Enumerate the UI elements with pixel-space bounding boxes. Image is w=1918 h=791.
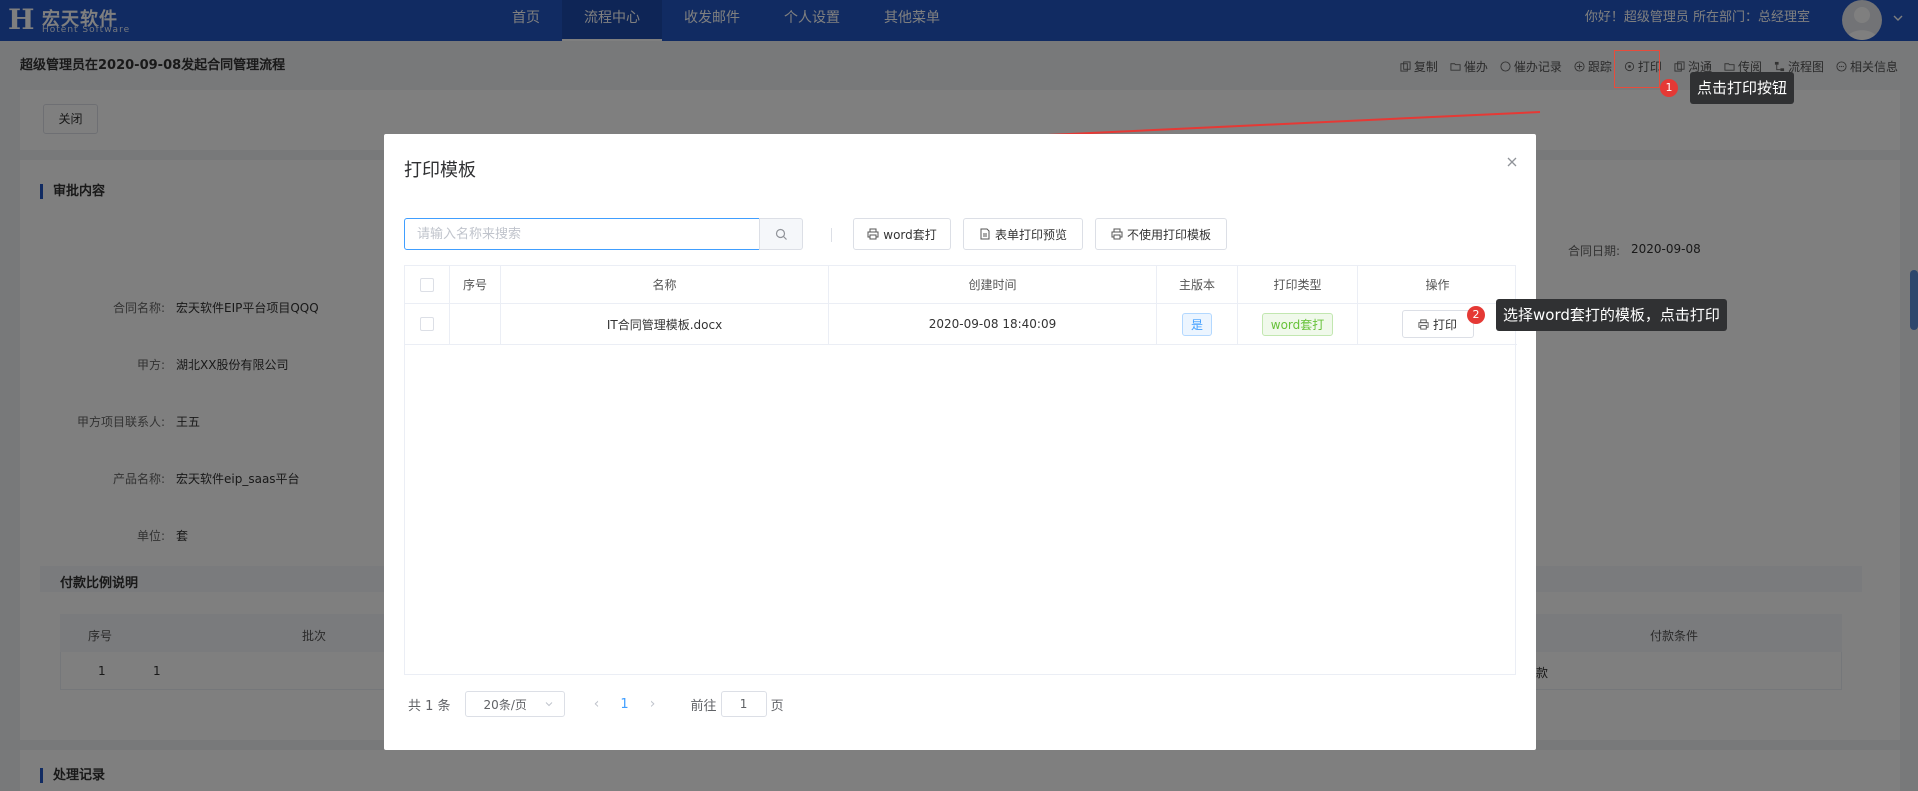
- goto-page-input[interactable]: [720, 691, 767, 717]
- search-input[interactable]: [404, 218, 760, 250]
- col-header-action: 操作: [1358, 266, 1517, 304]
- row-print-label: 打印: [1432, 317, 1457, 332]
- annotation-tip: 点击打印按钮: [1690, 72, 1795, 104]
- table-row-select: [405, 304, 450, 345]
- cell-main-version: 是: [1157, 304, 1238, 345]
- goto-label: 前往: [690, 698, 717, 714]
- printer-icon: [1111, 228, 1123, 240]
- word-print-label: word套打: [883, 227, 937, 242]
- printer-icon: [867, 228, 879, 240]
- document-icon: [980, 228, 990, 240]
- row-print-button[interactable]: 打印: [1401, 310, 1474, 338]
- word-print-button[interactable]: word套打: [853, 218, 951, 250]
- dialog-title: 打印模板: [404, 160, 476, 181]
- col-header-seq: 序号: [450, 266, 501, 304]
- no-template-button[interactable]: 不使用打印模板: [1095, 218, 1227, 250]
- page-size-value: 20条/页: [483, 697, 527, 712]
- col-header-name: 名称: [501, 266, 829, 304]
- cell-action: 打印: [1358, 304, 1517, 345]
- search-button[interactable]: [759, 218, 803, 250]
- main-version-tag: 是: [1181, 312, 1212, 336]
- prev-page-button[interactable]: ‹: [583, 696, 611, 712]
- cell-seq: [450, 304, 501, 345]
- col-header-print-type: 打印类型: [1238, 266, 1358, 304]
- annotation-badge: 1: [1660, 79, 1678, 97]
- pagination-total: 共 1 条: [408, 698, 451, 714]
- page-size-select[interactable]: 20条/页: [464, 691, 565, 717]
- cell-print-type: word套打: [1238, 304, 1358, 345]
- cell-name: IT合同管理模板.docx: [501, 304, 829, 345]
- page-number[interactable]: 1: [611, 697, 639, 712]
- print-type-tag: word套打: [1261, 312, 1334, 336]
- divider: [831, 228, 832, 242]
- form-print-preview-label: 表单打印预览: [994, 227, 1067, 242]
- col-header-main-version: 主版本: [1157, 266, 1238, 304]
- col-header-created: 创建时间: [829, 266, 1157, 304]
- select-all-cell: [405, 266, 450, 304]
- next-page-button[interactable]: ›: [639, 696, 667, 712]
- annotation-tip: 选择word套打的模板，点击打印: [1496, 299, 1727, 331]
- annotation-badge: 2: [1467, 306, 1485, 324]
- search-icon: [775, 228, 787, 240]
- pagination: 共 1 条 20条/页 ‹ 1 › 前往 页: [408, 690, 784, 718]
- cell-created: 2020-09-08 18:40:09: [829, 304, 1157, 345]
- close-icon[interactable]: [1506, 156, 1518, 168]
- print-template-dialog: 打印模板 word套打 表单打印预览 不使用打印模板 序号 名称 创建时间 主版…: [384, 134, 1536, 750]
- form-print-preview-button[interactable]: 表单打印预览: [963, 218, 1083, 250]
- template-table: 序号 名称 创建时间 主版本 打印类型 操作 IT合同管理模板.docx 202…: [404, 265, 1517, 675]
- goto-suffix: 页: [770, 698, 784, 714]
- no-template-label: 不使用打印模板: [1126, 227, 1211, 242]
- select-all-checkbox[interactable]: [420, 277, 434, 292]
- printer-icon: [1418, 318, 1429, 330]
- chevron-down-icon: [545, 702, 552, 707]
- row-checkbox[interactable]: [420, 317, 434, 331]
